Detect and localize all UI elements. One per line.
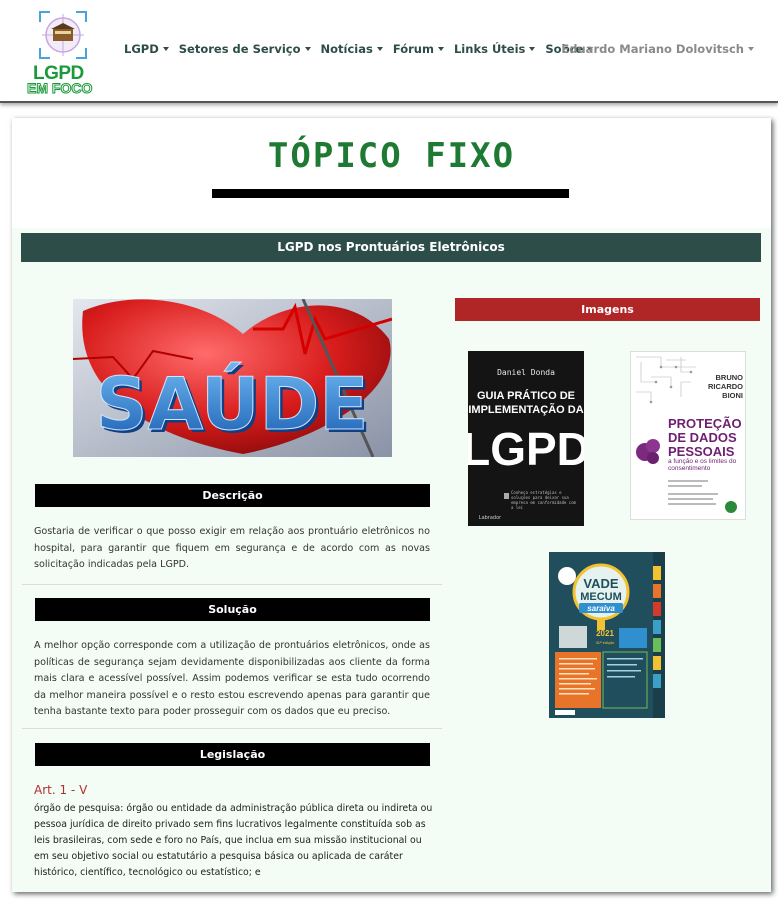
book3-edition: 31ª edição xyxy=(596,640,616,645)
caret-down-icon xyxy=(529,46,536,51)
description-text: Gostaria de verificar o que posso exigir… xyxy=(34,526,430,570)
book-cover-guia-lgpd[interactable]: Daniel Donda GUIA PRÁTICO DE IMPLEMENTAÇ… xyxy=(468,351,584,526)
solution-text: A melhor opção corresponde com a utiliza… xyxy=(34,640,430,717)
book1-publisher: Labrador xyxy=(479,515,502,521)
title-underline xyxy=(212,189,569,198)
article-title: Art. 1 - V xyxy=(34,783,88,797)
description-heading: Descrição xyxy=(35,484,430,507)
nav-item-label: Setores de Serviço xyxy=(178,42,301,56)
hero-image-saude: SAÚDE SAÚDE xyxy=(73,299,392,457)
user-menu[interactable]: Eduardo Mariano Dolovitsch xyxy=(561,42,754,56)
topic-panel: TÓPICO FIXO LGPD nos Prontuários Eletrôn… xyxy=(12,118,771,892)
legislation-heading: Legislação xyxy=(35,743,430,766)
book1-title-line2: IMPLEMENTAÇÃO DA xyxy=(468,403,583,416)
article-text: órgão de pesquisa: órgão ou entidade da … xyxy=(34,803,433,878)
site-logo[interactable]: LGPD EM FOCO xyxy=(26,8,103,97)
book3-year: 2021 xyxy=(596,629,614,638)
book2-title-line3: PESSOAIS xyxy=(668,444,735,459)
nav-item-lgpd[interactable]: LGPD xyxy=(124,42,169,56)
book3-title-line2: MECUM xyxy=(580,591,622,603)
hero-text: SAÚDE xyxy=(96,362,369,446)
lock-icon xyxy=(504,493,509,499)
title-area: TÓPICO FIXO xyxy=(12,118,771,228)
book3-brand: saraiva xyxy=(587,604,615,613)
book-cover-vade-mecum[interactable]: VADE MECUM saraiva 2021 31ª edição xyxy=(549,552,665,718)
caret-down-icon xyxy=(437,46,444,51)
nav-item-forum[interactable]: Fórum xyxy=(393,42,444,56)
nav-item-label: LGPD xyxy=(124,42,159,56)
book2-title-line2: DE DADOS xyxy=(668,430,737,445)
book2-author-2: RICARDO xyxy=(708,382,743,391)
book2-subtitle: a função e os limites do consentimento xyxy=(668,458,737,472)
page-title: TÓPICO FIXO xyxy=(267,136,516,176)
solution-heading: Solução xyxy=(35,598,430,621)
nav-item-label: Fórum xyxy=(392,42,434,56)
book1-title-line3: LGPD xyxy=(468,423,584,475)
logo-text-em-foco: EM FOCO xyxy=(26,80,93,97)
caret-down-icon xyxy=(304,46,311,51)
divider xyxy=(22,728,442,729)
nav-item-setores[interactable]: Setores de Serviço xyxy=(179,42,311,56)
user-name: Eduardo Mariano Dolovitsch xyxy=(561,42,744,56)
book3-title-line1: VADE xyxy=(583,576,618,591)
main-menu: LGPD Setores de Serviço Notícias Fórum L… xyxy=(124,42,594,56)
book2-author-3: BIONI xyxy=(722,391,743,400)
nav-item-noticias[interactable]: Notícias xyxy=(321,42,383,56)
logo-target-icon xyxy=(39,11,87,59)
images-heading: Imagens xyxy=(455,298,760,321)
book1-title-line1: GUIA PRÁTICO DE xyxy=(477,389,575,402)
book1-blurb: Conheça estratégias e soluções para deix… xyxy=(511,490,577,510)
topic-title-bar: LGPD nos Prontuários Eletrônicos xyxy=(21,233,761,262)
book-cover-protecao-dados[interactable]: BRUNO RICARDO BIONI PROTEÇÃO DE DADOS PE… xyxy=(630,351,746,520)
book2-author-1: BRUNO xyxy=(716,373,744,382)
caret-down-icon xyxy=(162,46,169,51)
caret-down-icon xyxy=(748,46,754,51)
navbar: LGPD EM FOCO LGPD Setores de Serviço Not… xyxy=(0,0,778,103)
book2-title-line1: PROTEÇÃO xyxy=(668,416,742,431)
nav-item-label: Links Úteis xyxy=(453,42,526,56)
caret-down-icon xyxy=(376,46,383,51)
divider xyxy=(22,584,442,585)
nav-item-links-uteis[interactable]: Links Úteis xyxy=(453,42,536,56)
nav-item-label: Notícias xyxy=(320,42,373,56)
book1-author: Daniel Donda xyxy=(497,368,555,377)
seal-icon xyxy=(558,567,576,585)
